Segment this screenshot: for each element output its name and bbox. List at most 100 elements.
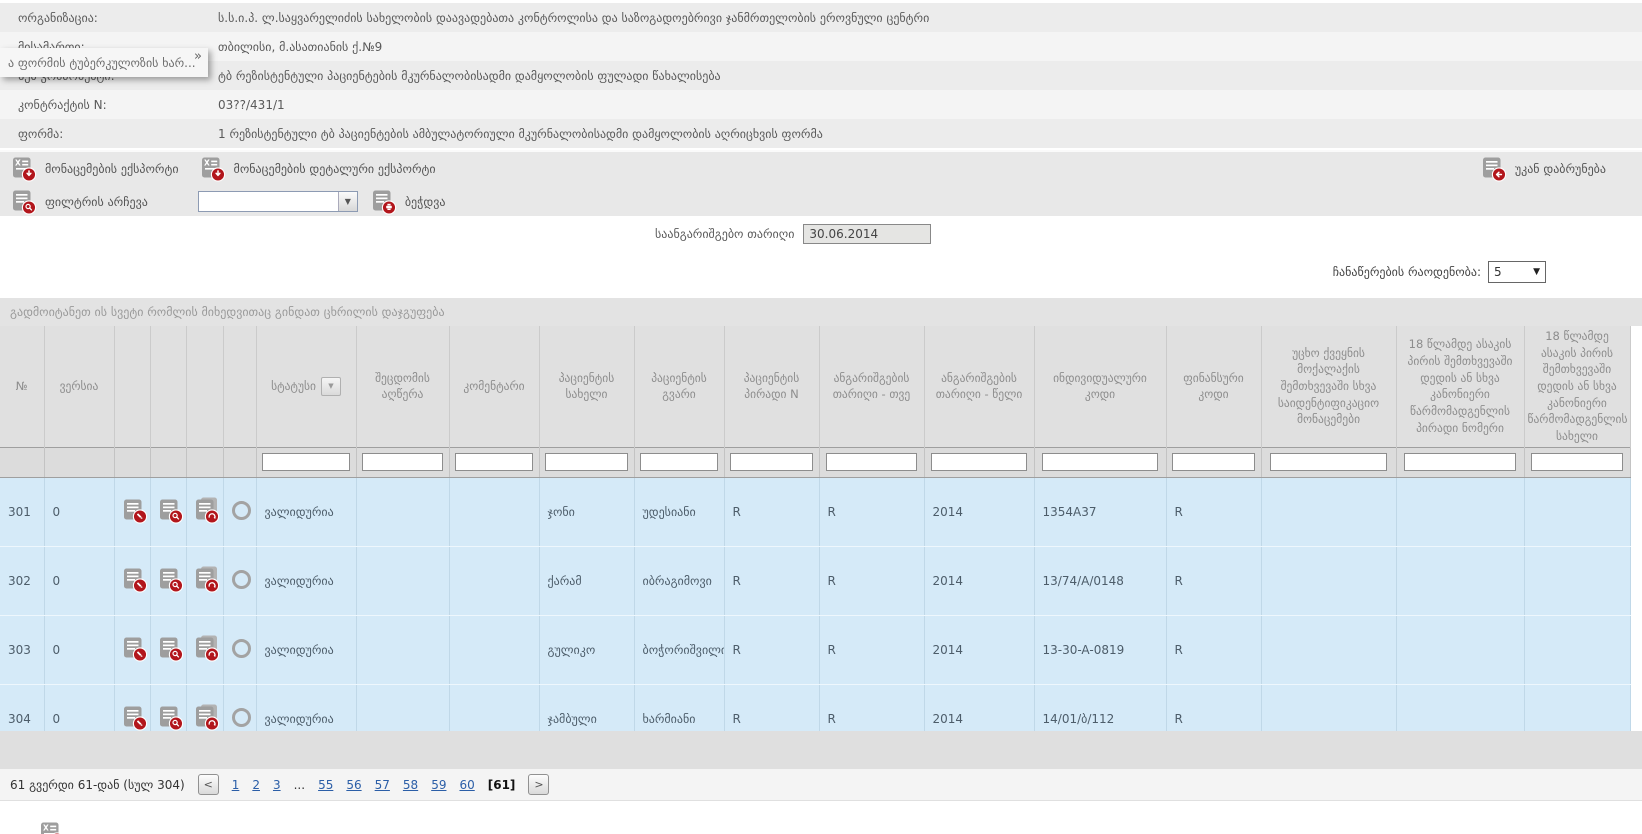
cell-comment — [449, 615, 539, 684]
print-button[interactable]: ბეჭდვა — [372, 188, 446, 215]
filter-select[interactable]: ▼ — [198, 191, 358, 212]
form-value: 1 რეზისტენტული ტბ პაციენტების ამბულატორი… — [218, 127, 823, 141]
toolbar-row-1: X მონაცემების ექსპორტი X მონაცემების დეტ… — [0, 152, 1642, 185]
back-button[interactable]: უკან დაბრუნება — [1482, 155, 1606, 182]
cell-radio — [223, 615, 256, 684]
col-header-guardian_name[interactable]: 18 წლამდე ასაკის პირის შემთხვევაში დედის… — [1524, 326, 1630, 447]
cell-guardian_name — [1524, 615, 1630, 684]
col-header-status[interactable]: სტატუსი▼ — [256, 326, 356, 447]
col-header-guardian_personal_n[interactable]: 18 წლამდე ასაკის პირის შემთხვევაში დედის… — [1396, 326, 1524, 447]
col-header-report_month[interactable]: ანგარიშგების თარიღი - თვე — [819, 326, 924, 447]
edit-record-icon[interactable] — [123, 566, 149, 596]
records-count-select[interactable]: 5 ▼ — [1488, 261, 1546, 283]
filter-input-report_month[interactable] — [826, 453, 918, 471]
filter-input-error[interactable] — [362, 453, 443, 471]
filter-input-personal_n[interactable] — [730, 453, 813, 471]
page-link-2[interactable]: 2 — [252, 778, 260, 792]
cell-view — [150, 477, 186, 546]
menu-tooltip[interactable]: ა ფორმის ტუბერკულოზის ხარ... » — [0, 48, 208, 77]
filter-cell-first_name — [539, 447, 634, 477]
page-link-57[interactable]: 57 — [375, 778, 390, 792]
view-record-icon[interactable] — [159, 635, 185, 665]
page-link-55[interactable]: 55 — [318, 778, 333, 792]
filter-input-guardian_personal_n[interactable] — [1404, 453, 1516, 471]
choose-filter-button[interactable]: ფილტრის არჩევა — [12, 188, 148, 215]
filter-input-guardian_name[interactable] — [1531, 453, 1623, 471]
col-header-version[interactable]: ვერსია — [44, 326, 114, 447]
filter-input-foreign_id[interactable] — [1270, 453, 1388, 471]
organization-label: ორგანიზაცია: — [0, 11, 218, 25]
radio-indicator[interactable] — [232, 708, 251, 727]
page-link-58[interactable]: 58 — [403, 778, 418, 792]
copy-record-icon[interactable] — [195, 566, 221, 596]
filter-input-financial_code[interactable] — [1172, 453, 1255, 471]
col-header-financial_code[interactable]: ფინანსური კოდი — [1166, 326, 1261, 447]
filter-cell-radio — [223, 447, 256, 477]
filter-cell-comment — [449, 447, 539, 477]
page-link-56[interactable]: 56 — [346, 778, 361, 792]
filter-cell-foreign_id — [1261, 447, 1396, 477]
contract-label: კონტრაქტის N: — [0, 98, 218, 112]
filter-input-comment[interactable] — [455, 453, 533, 471]
page-link-59[interactable]: 59 — [431, 778, 446, 792]
page-link-3[interactable]: 3 — [273, 778, 281, 792]
edit-record-icon[interactable] — [123, 704, 149, 734]
col-header-individual_code[interactable]: ინდივიდუალური კოდი — [1034, 326, 1166, 447]
reporting-date-label: საანგარიშგებო თარიღი — [655, 227, 794, 241]
cell-comment — [449, 477, 539, 546]
cell-first_name: გულიკო — [539, 615, 634, 684]
filter-cell-individual_code — [1034, 447, 1166, 477]
filter-cell-guardian_personal_n — [1396, 447, 1524, 477]
radio-indicator[interactable] — [232, 639, 251, 658]
cell-guardian_personal_n — [1396, 615, 1524, 684]
col-header-personal_n[interactable]: პაციენტის პირადი N — [724, 326, 819, 447]
col-header-first_name[interactable]: პაციენტის სახელი — [539, 326, 634, 447]
col-header-last_name[interactable]: პაციენტის გვარი — [634, 326, 724, 447]
radio-indicator[interactable] — [232, 570, 251, 589]
edit-record-icon[interactable] — [123, 635, 149, 665]
col-header-foreign_id[interactable]: უცხო ქვეყნის მოქალაქის შემთხვევაში სხვა … — [1261, 326, 1396, 447]
radio-indicator[interactable] — [232, 501, 251, 520]
col-header-copy[interactable] — [186, 326, 223, 447]
prev-page-button[interactable]: < — [198, 774, 219, 795]
col-header-error[interactable]: შეცდომის აღწერა — [356, 326, 449, 447]
patients-table: №ვერსიასტატუსი▼შეცდომის აღწერაკომენტარიპ… — [0, 326, 1631, 754]
copy-record-icon[interactable] — [195, 635, 221, 665]
filter-cell-report_year — [924, 447, 1034, 477]
cell-view — [150, 615, 186, 684]
page-link-1[interactable]: 1 — [232, 778, 240, 792]
expand-icon[interactable]: » — [194, 49, 202, 64]
reporting-date-row: საანგარიშგებო თარიღი — [655, 224, 931, 244]
reporting-date-input[interactable] — [803, 224, 931, 244]
col-header-edit[interactable] — [114, 326, 150, 447]
view-record-icon[interactable] — [159, 704, 185, 734]
view-record-icon[interactable] — [159, 497, 185, 527]
view-record-icon[interactable] — [159, 566, 185, 596]
excel-export-icon[interactable]: X — [40, 820, 66, 834]
excel-detailed-export-icon: X — [201, 155, 227, 182]
copy-record-icon[interactable] — [195, 704, 221, 734]
filter-input-individual_code[interactable] — [1042, 453, 1157, 471]
status-filter-dropdown[interactable]: ▼ — [321, 377, 341, 396]
filter-input-last_name[interactable] — [640, 453, 718, 471]
filter-input-first_name[interactable] — [545, 453, 628, 471]
cell-version: 0 — [44, 477, 114, 546]
next-page-button[interactable]: > — [528, 774, 549, 795]
copy-record-icon[interactable] — [195, 497, 221, 527]
subcomponent-value: ტბ რეზისტენტული პაციენტების მკურნალობისა… — [218, 69, 721, 83]
col-header-view[interactable] — [150, 326, 186, 447]
cell-first_name: ქარამ — [539, 546, 634, 615]
page-link-60[interactable]: 60 — [459, 778, 474, 792]
col-header-comment[interactable]: კომენტარი — [449, 326, 539, 447]
cell-edit — [114, 477, 150, 546]
cell-report_month: R — [819, 615, 924, 684]
edit-record-icon[interactable] — [123, 497, 149, 527]
col-header-radio[interactable] — [223, 326, 256, 447]
detailed-export-button[interactable]: X მონაცემების დეტალური ექსპორტი — [201, 155, 436, 182]
col-header-report_year[interactable]: ანგარიშგების თარიღი - წელი — [924, 326, 1034, 447]
export-data-button[interactable]: X მონაცემების ექსპორტი — [12, 155, 179, 182]
cell-radio — [223, 477, 256, 546]
col-header-n[interactable]: № — [0, 326, 44, 447]
filter-input-status[interactable] — [262, 453, 349, 471]
filter-input-report_year[interactable] — [931, 453, 1027, 471]
